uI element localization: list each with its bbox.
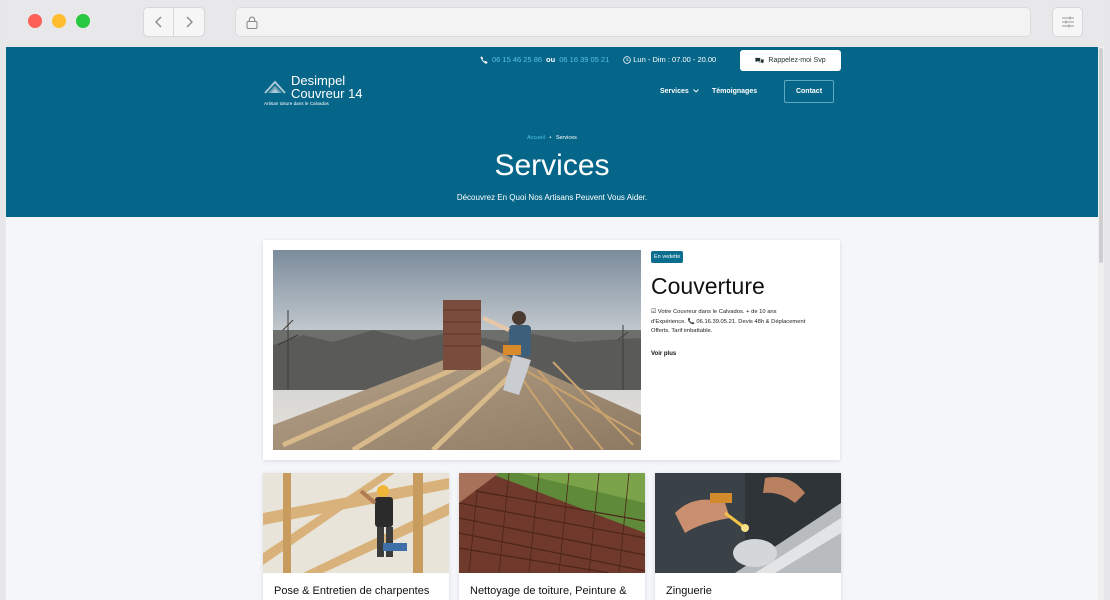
- breadcrumb-current: Services: [555, 135, 577, 141]
- card-title[interactable]: Pose & Entretien de charpentes: [274, 584, 444, 598]
- service-card-charpentes[interactable]: Pose & Entretien de charpentes: [263, 473, 449, 600]
- roofer-photo[interactable]: [273, 250, 641, 450]
- zinc-work-photo[interactable]: [655, 473, 841, 573]
- breadcrumb: Accueil • Services: [6, 135, 1098, 141]
- chevron-left-icon: [154, 16, 161, 28]
- card-title[interactable]: Zinguerie: [666, 584, 836, 598]
- nav-testimonials[interactable]: Témoignages: [712, 88, 757, 95]
- service-card-nettoyage[interactable]: Nettoyage de toiture, Peinture &: [459, 473, 645, 600]
- address-bar[interactable]: [235, 7, 1031, 37]
- callback-button[interactable]: Rappelez-moi Svp: [740, 50, 841, 71]
- callback-label: Rappelez-moi Svp: [768, 57, 826, 64]
- contact-bar: 06 15 46 25 86 ou 06 16 39 05 21 Lun - D…: [480, 55, 716, 64]
- service-card-zinguerie[interactable]: Zinguerie: [655, 473, 841, 600]
- page-subtitle: Découvrez En Quoi Nos Artisans Peuvent V…: [456, 193, 648, 202]
- sliders-icon: [1061, 16, 1074, 28]
- featured-badge: En vedette: [651, 251, 684, 263]
- card-title[interactable]: Nettoyage de toiture, Peinture &: [470, 584, 640, 598]
- see-more-link[interactable]: Voir plus: [651, 351, 676, 357]
- phone-link-1[interactable]: 06 15 46 25 86: [492, 55, 542, 64]
- forward-button[interactable]: [174, 7, 205, 37]
- site-tagline: Artisan toiture dans le Calvados: [264, 101, 329, 106]
- roof-logo-icon[interactable]: [264, 79, 286, 97]
- lock-icon: [246, 16, 258, 29]
- page-title: Services: [494, 149, 610, 182]
- back-button[interactable]: [143, 7, 174, 37]
- close-window-button[interactable]: [28, 14, 42, 28]
- breadcrumb-home[interactable]: Accueil: [527, 135, 545, 141]
- scrollbar-thumb[interactable]: [1099, 48, 1103, 263]
- clock-icon: [623, 55, 632, 64]
- contact-button[interactable]: Contact: [784, 80, 834, 103]
- site-logo-title[interactable]: Desimpel Couvreur 14: [291, 74, 401, 100]
- site-header: 06 15 46 25 86 ou 06 16 39 05 21 Lun - D…: [6, 47, 1098, 217]
- hours-text: Lun - Dim : 07.00 - 20.00: [633, 55, 717, 64]
- nav-services[interactable]: Services: [660, 88, 699, 95]
- phone-separator: ou: [546, 55, 556, 64]
- opening-hours: Lun - Dim : 07.00 - 20.00: [623, 55, 716, 64]
- browser-toolbar: [6, 0, 1104, 47]
- phone-link-2[interactable]: 06 16 39 05 21: [559, 55, 609, 64]
- breadcrumb-separator: •: [549, 135, 552, 141]
- phone-icon: [480, 55, 488, 64]
- carpenter-photo[interactable]: [263, 473, 449, 573]
- minimize-window-button[interactable]: [52, 14, 66, 28]
- mossy-roof-photo[interactable]: [459, 473, 645, 573]
- page-viewport: 06 15 46 25 86 ou 06 16 39 05 21 Lun - D…: [6, 47, 1098, 600]
- chat-icon: [755, 57, 765, 64]
- nav-services-label: Services: [660, 88, 689, 95]
- maximize-window-button[interactable]: [76, 14, 90, 28]
- chevron-down-icon: [692, 89, 699, 93]
- featured-service-card[interactable]: En vedette Couverture ☑ Votre Couvreur d…: [263, 240, 840, 460]
- featured-description: ☑ Votre Couvreur dans le Calvados. + de …: [651, 309, 806, 334]
- featured-title[interactable]: Couverture: [651, 273, 765, 300]
- chevron-right-icon: [186, 16, 193, 28]
- settings-button[interactable]: [1052, 7, 1083, 37]
